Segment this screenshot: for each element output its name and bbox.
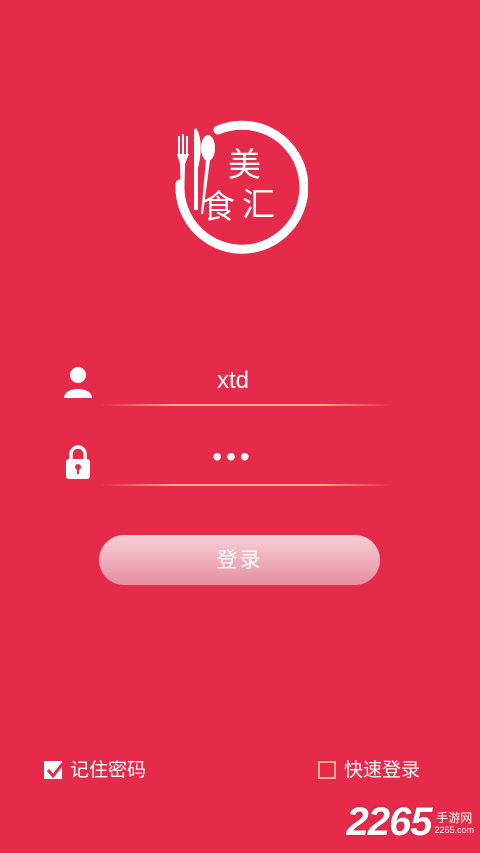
watermark-url: 2265.com <box>434 824 474 835</box>
login-button[interactable]: 登录 <box>99 535 380 585</box>
password-underline <box>100 484 394 486</box>
logo-char-mei: 美 <box>228 145 261 184</box>
quick-login-label: 快速登录 <box>344 759 421 781</box>
logo-char-hui: 汇 <box>242 185 275 224</box>
remember-password-label: 记住密码 <box>70 759 147 781</box>
password-input[interactable]: ••• <box>102 442 364 472</box>
username-input[interactable]: xtd <box>102 366 364 396</box>
watermark-text: 手游网 <box>436 810 473 825</box>
quick-login-option[interactable]: 快速登录 <box>318 757 420 783</box>
login-screen: 美 食 汇 xtd ••• 登录 记住密码 快速登录 2265 手游网 2265… <box>0 0 480 853</box>
checkmark-icon <box>46 762 65 779</box>
password-field[interactable]: ••• <box>62 438 394 486</box>
remember-password-checkbox[interactable] <box>44 761 65 779</box>
app-logo: 美 食 汇 <box>168 118 308 258</box>
watermark: 2265 手游网 2265.com <box>346 800 474 845</box>
quick-login-checkbox[interactable] <box>318 761 336 779</box>
username-underline <box>100 404 394 406</box>
knife-icon <box>194 128 201 210</box>
user-icon <box>64 367 92 398</box>
watermark-number: 2265 <box>346 800 432 844</box>
lock-icon <box>66 445 90 479</box>
logo-char-shi: 食 <box>202 187 235 226</box>
logo-ring-icon <box>175 120 308 254</box>
remember-password-option[interactable]: 记住密码 <box>44 757 146 783</box>
username-field[interactable]: xtd <box>62 358 394 406</box>
